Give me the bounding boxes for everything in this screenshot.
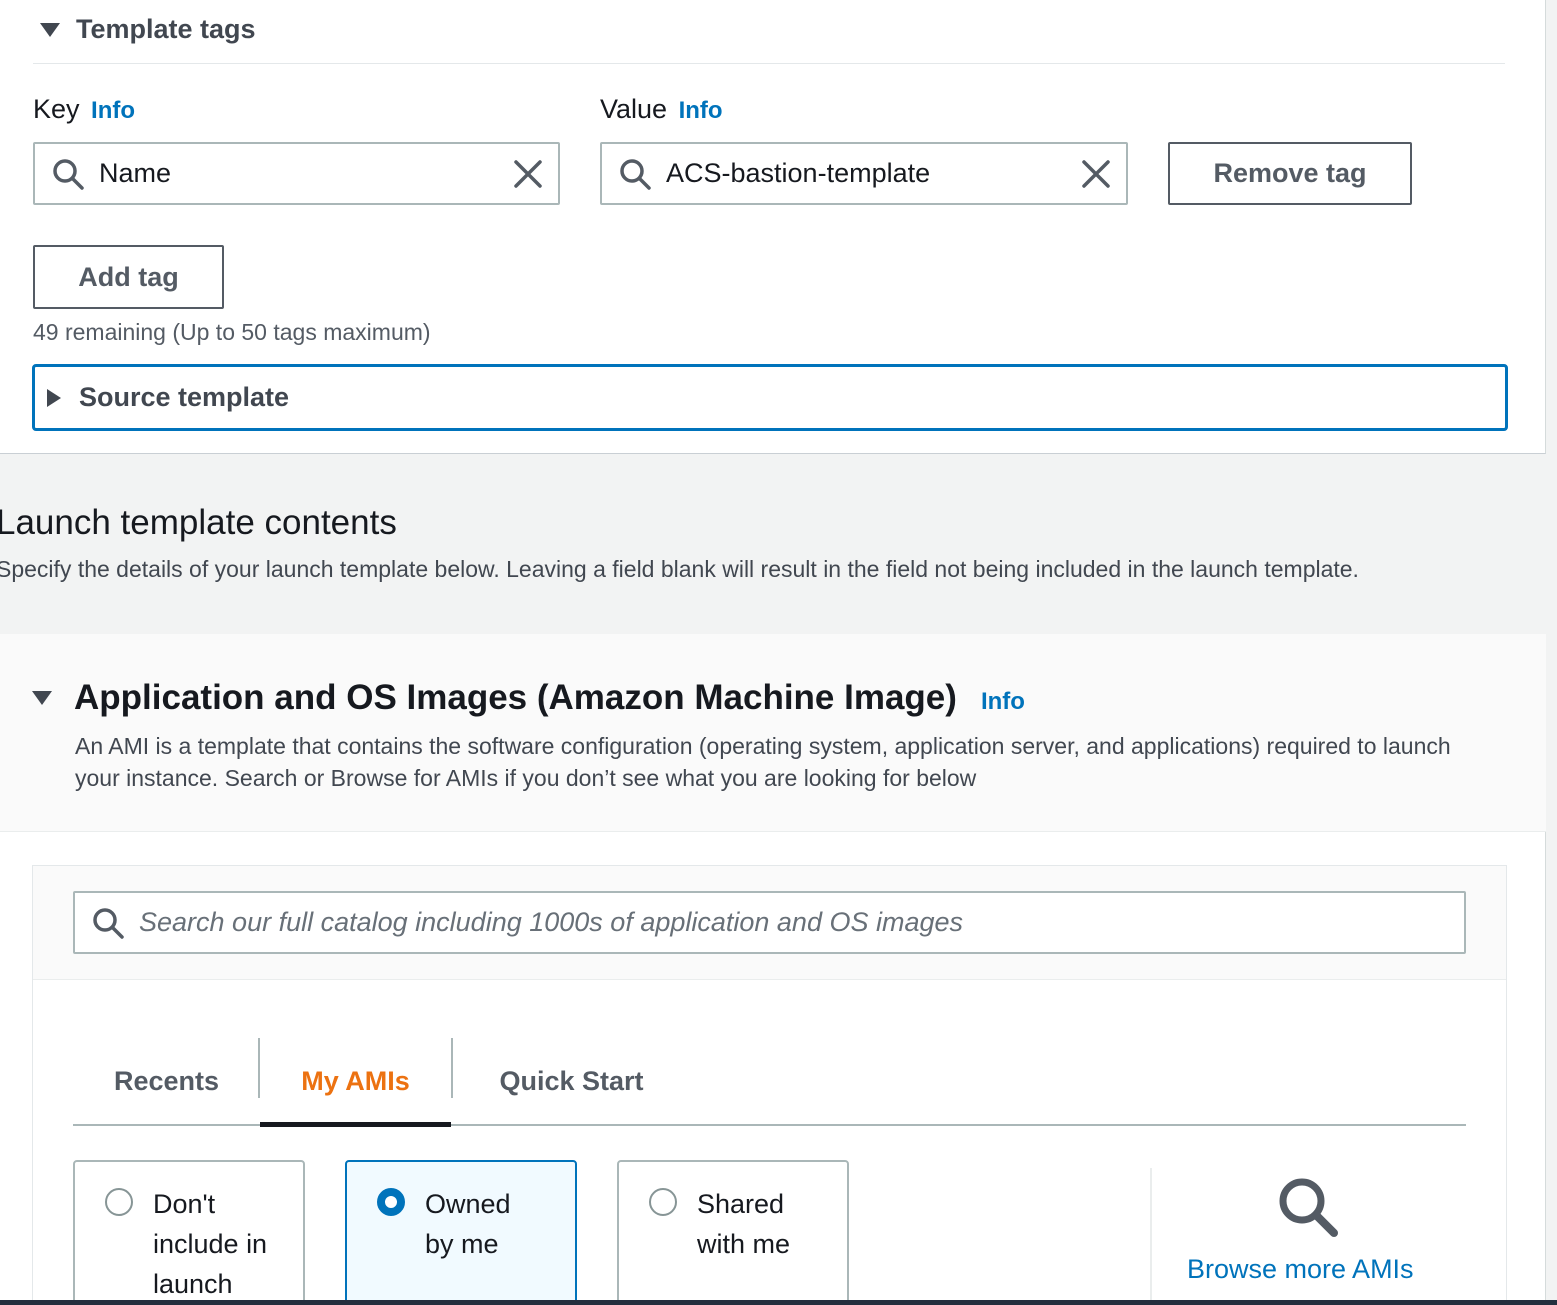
ami-search-input[interactable]: Search our full catalog including 1000s … <box>73 891 1466 954</box>
add-tag-button[interactable]: Add tag <box>33 245 224 309</box>
caret-down-icon <box>32 691 52 705</box>
ami-section-toggle[interactable]: Application and OS Images (Amazon Machin… <box>32 678 1025 718</box>
value-info-link[interactable]: Info <box>679 97 723 124</box>
template-tags-title: Template tags <box>76 14 256 44</box>
option-label: Owned by me <box>425 1189 511 1259</box>
key-info-link[interactable]: Info <box>91 97 135 124</box>
search-icon[interactable] <box>1276 1175 1342 1241</box>
ami-search-placeholder: Search our full catalog including 1000s … <box>139 907 964 937</box>
divider <box>33 63 1505 64</box>
remove-tag-button[interactable]: Remove tag <box>1168 142 1412 205</box>
ami-selector: Search our full catalog including 1000s … <box>32 865 1507 1305</box>
tag-key-value: Name <box>99 158 172 188</box>
active-tab-indicator <box>260 1122 451 1127</box>
launch-template-contents-description: Specify the details of your launch templ… <box>0 556 1359 582</box>
value-label: Value Info <box>600 94 723 124</box>
browse-divider <box>1150 1168 1152 1305</box>
tags-remaining-text: 49 remaining (Up to 50 tags maximum) <box>33 319 431 345</box>
ami-section-title: Application and OS Images (Amazon Machin… <box>74 678 957 717</box>
ami-info-link[interactable]: Info <box>981 688 1025 716</box>
ami-tabs: Recents My AMIs Quick Start <box>73 1038 1466 1127</box>
clear-icon[interactable] <box>1080 158 1112 190</box>
option-owned-by-me[interactable]: Owned by me <box>345 1160 577 1305</box>
tab-recents[interactable]: Recents <box>73 1038 260 1124</box>
option-label: Don't include in launch <box>153 1189 268 1299</box>
tab-quick-start[interactable]: Quick Start <box>453 1038 690 1124</box>
launch-template-contents-title: Launch template contents <box>0 503 397 542</box>
ami-section-description: An AMI is a template that contains the s… <box>75 733 1451 791</box>
browse-more-amis-link[interactable]: Browse more AMIs <box>1187 1254 1414 1285</box>
tag-value-value: ACS-bastion-template <box>666 158 931 188</box>
radio-button[interactable] <box>649 1188 677 1216</box>
caret-right-icon <box>47 388 61 407</box>
tab-my-amis[interactable]: My AMIs <box>260 1038 451 1124</box>
search-icon <box>620 158 651 190</box>
ami-search-area: Search our full catalog including 1000s … <box>33 866 1506 980</box>
clear-icon[interactable] <box>512 158 544 190</box>
tag-value-input[interactable]: ACS-bastion-template <box>600 142 1128 205</box>
search-icon <box>53 158 84 190</box>
radio-button-selected[interactable] <box>377 1188 405 1216</box>
source-template-label: Source template <box>79 382 290 412</box>
template-tags-toggle[interactable]: Template tags <box>40 14 256 45</box>
ami-panel: Application and OS Images (Amazon Machin… <box>0 634 1546 1305</box>
option-dont-include[interactable]: Don't include in launch <box>73 1160 305 1305</box>
option-shared-with-me[interactable]: Shared with me <box>617 1160 849 1305</box>
tag-key-input[interactable]: Name <box>33 142 560 205</box>
option-label: Shared with me <box>697 1189 791 1259</box>
search-icon <box>93 907 124 939</box>
source-template-toggle[interactable]: Source template <box>32 364 1508 431</box>
template-tags-panel: Template tags Key Info Value Info Name A… <box>0 0 1546 454</box>
key-label: Key Info <box>33 94 136 124</box>
radio-button[interactable] <box>105 1188 133 1216</box>
caret-down-icon <box>40 22 60 37</box>
bottom-bar <box>0 1300 1557 1305</box>
ami-header: Application and OS Images (Amazon Machin… <box>0 634 1546 832</box>
